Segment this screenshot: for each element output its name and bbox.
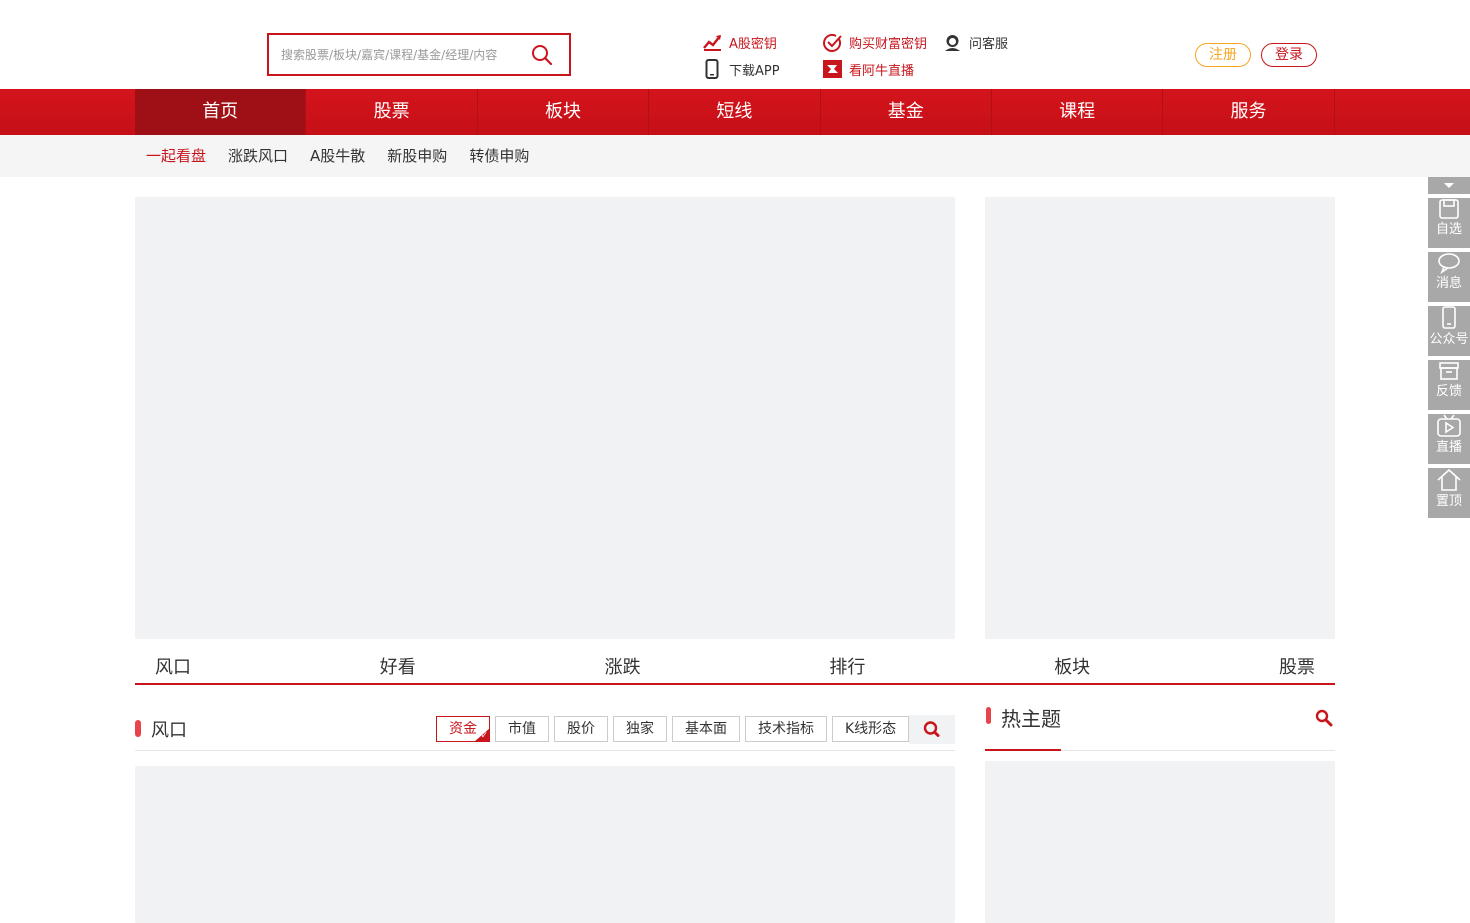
headset-icon bbox=[942, 32, 962, 52]
save-icon bbox=[1439, 199, 1459, 219]
a-share-key-link[interactable]: A股密钥 bbox=[702, 32, 777, 52]
check-icon: ✓ bbox=[480, 731, 488, 741]
float-item-label: 反馈 bbox=[1435, 384, 1462, 399]
filter-kline[interactable]: K线形态 bbox=[832, 716, 910, 742]
filter-group: 资金 ✓ 市值 股价 独家 基本面 技术指标 K线形态 bbox=[436, 716, 914, 742]
trend-chart-icon bbox=[702, 32, 722, 52]
subnav-item-investors[interactable]: A股牛散 bbox=[310, 135, 365, 177]
float-item-label: 消息 bbox=[1435, 276, 1462, 291]
filter-capital-label: 资金 bbox=[449, 721, 477, 737]
download-app-label: 下载APP bbox=[729, 63, 780, 79]
tab-rise-fall[interactable]: 涨跌 bbox=[605, 652, 641, 683]
search-icon[interactable] bbox=[1315, 709, 1333, 727]
float-item-feedback[interactable]: 反馈 bbox=[1428, 360, 1470, 410]
subnav-item-watch[interactable]: 一起看盘 bbox=[146, 135, 206, 177]
nav-item-funds[interactable]: 基金 bbox=[821, 89, 992, 135]
section-title: 风口 bbox=[151, 720, 187, 741]
float-item-label: 公众号 bbox=[1429, 332, 1469, 347]
search-input[interactable] bbox=[281, 44, 521, 66]
filter-technical[interactable]: 技术指标 bbox=[745, 716, 827, 742]
float-item-label: 置顶 bbox=[1435, 494, 1462, 509]
section-marker bbox=[135, 720, 141, 737]
main-nav: 首页 股票 板块 短线 基金 课程 服务 bbox=[0, 89, 1470, 135]
hot-theme-underline bbox=[985, 749, 1061, 751]
buy-wealth-key-link[interactable]: 购买财富密钥 bbox=[822, 32, 927, 52]
mobile-icon bbox=[1442, 306, 1456, 329]
subnav-item-bonds[interactable]: 转债申购 bbox=[469, 135, 529, 177]
home-icon bbox=[1437, 468, 1461, 491]
tab-wind[interactable]: 风口 bbox=[155, 652, 191, 683]
header: A股密钥 购买财富密钥 问客服 下载APP 看阿牛直播 注册 登录 bbox=[0, 0, 1470, 89]
side-banner-placeholder bbox=[985, 197, 1335, 639]
tab-good-look[interactable]: 好看 bbox=[380, 652, 416, 683]
nav-item-services[interactable]: 服务 bbox=[1163, 89, 1335, 135]
customer-service-label: 问客服 bbox=[969, 36, 1009, 52]
search-icon bbox=[923, 721, 940, 737]
float-item-watchlist[interactable]: 自选 bbox=[1428, 198, 1470, 248]
filter-search-button[interactable] bbox=[909, 715, 955, 744]
float-item-label: 自选 bbox=[1435, 222, 1462, 237]
tab-stocks[interactable]: 股票 bbox=[1279, 652, 1315, 683]
a-share-key-label: A股密钥 bbox=[729, 36, 777, 52]
float-item-live[interactable]: 直播 bbox=[1428, 414, 1470, 464]
buy-wealth-key-label: 购买财富密钥 bbox=[849, 36, 928, 52]
register-button[interactable]: 注册 bbox=[1195, 43, 1251, 67]
sub-nav: 一起看盘 涨跌风口 A股牛散 新股申购 转债申购 bbox=[0, 135, 1470, 177]
phone-icon bbox=[702, 59, 722, 79]
customer-service-link[interactable]: 问客服 bbox=[942, 32, 1008, 52]
float-item-messages[interactable]: 消息 bbox=[1428, 252, 1470, 302]
nav-item-short-term[interactable]: 短线 bbox=[649, 89, 821, 135]
nav-item-home[interactable]: 首页 bbox=[135, 89, 307, 135]
float-item-official-account[interactable]: 公众号 bbox=[1428, 306, 1470, 356]
section-marker bbox=[986, 707, 991, 724]
live-stream-link[interactable]: 看阿牛直播 bbox=[822, 59, 914, 79]
content-tabs: 风口 好看 涨跌 排行 板块 股票 bbox=[135, 652, 1335, 685]
collapse-toggle[interactable] bbox=[1428, 177, 1470, 194]
archive-box-icon bbox=[1439, 362, 1459, 380]
search-icon[interactable] bbox=[531, 44, 553, 66]
nav-item-sectors[interactable]: 板块 bbox=[478, 89, 650, 135]
wind-content-placeholder bbox=[135, 766, 955, 923]
main-banner-placeholder bbox=[135, 197, 955, 639]
float-item-label: 直播 bbox=[1435, 440, 1462, 455]
tv-play-icon bbox=[1437, 414, 1461, 437]
live-tv-icon bbox=[822, 59, 842, 79]
hot-theme-content-placeholder bbox=[985, 761, 1335, 923]
login-button[interactable]: 登录 bbox=[1261, 43, 1317, 67]
subnav-item-ipo[interactable]: 新股申购 bbox=[387, 135, 447, 177]
check-circle-icon bbox=[822, 32, 842, 52]
hot-theme-title: 热主题 bbox=[1001, 707, 1061, 731]
filter-exclusive[interactable]: 独家 bbox=[613, 716, 667, 742]
filter-market-cap[interactable]: 市值 bbox=[495, 716, 549, 742]
search-box bbox=[267, 33, 571, 76]
filter-fundamentals[interactable]: 基本面 bbox=[672, 716, 740, 742]
filter-price[interactable]: 股价 bbox=[554, 716, 608, 742]
live-stream-label: 看阿牛直播 bbox=[849, 63, 915, 79]
hot-theme-header: 热主题 bbox=[985, 700, 1335, 751]
wind-section-header: 风口 资金 ✓ 市值 股价 独家 基本面 技术指标 K线形态 bbox=[135, 710, 955, 751]
subnav-item-movers[interactable]: 涨跌风口 bbox=[228, 135, 288, 177]
floating-toolbar: 自选 消息 公众号 反馈 直播 置顶 bbox=[1428, 177, 1470, 518]
tab-ranking[interactable]: 排行 bbox=[829, 652, 865, 683]
filter-capital[interactable]: 资金 ✓ bbox=[436, 716, 490, 742]
tab-sectors[interactable]: 板块 bbox=[1054, 652, 1090, 683]
download-app-link[interactable]: 下载APP bbox=[702, 59, 780, 79]
float-item-back-to-top[interactable]: 置顶 bbox=[1428, 468, 1470, 518]
chat-bubble-icon bbox=[1438, 253, 1460, 274]
nav-item-courses[interactable]: 课程 bbox=[992, 89, 1164, 135]
nav-item-stocks[interactable]: 股票 bbox=[306, 89, 478, 135]
